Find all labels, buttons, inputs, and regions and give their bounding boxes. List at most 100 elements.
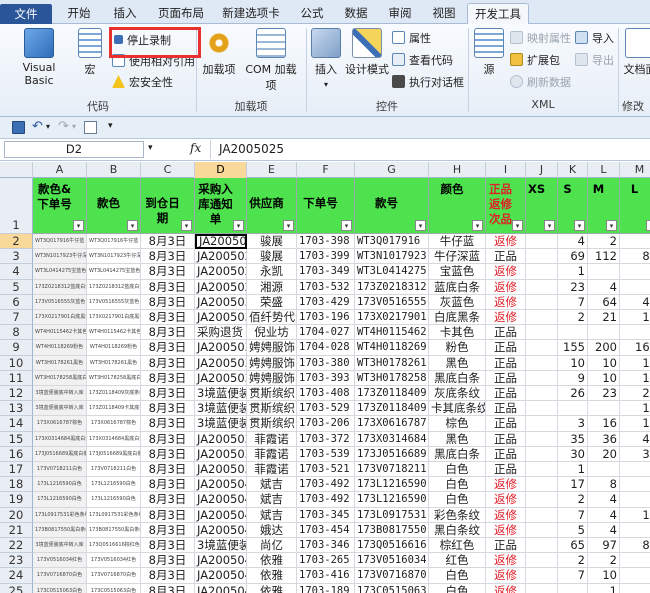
cell-M23[interactable]: 1 (620, 553, 650, 569)
row-header-18[interactable]: 18 (0, 477, 33, 493)
cell-K10[interactable]: 10 (558, 355, 588, 371)
cell-B23[interactable]: 173V0516034红色 (87, 553, 141, 569)
cell-D14[interactable]: 3境蓝便装中转入库 (195, 416, 247, 432)
cell-I11[interactable]: 正品 (486, 370, 526, 386)
cell-M17[interactable] (620, 462, 650, 478)
undo-icon[interactable]: ↶ (32, 119, 43, 134)
cell-E19[interactable]: 斌吉 (247, 492, 297, 508)
cell-C15[interactable]: 8月3日 (141, 431, 195, 447)
cell-M25[interactable]: 5 (620, 584, 650, 593)
cell-J5[interactable] (526, 279, 558, 295)
cell-I23[interactable]: 返修 (486, 553, 526, 569)
cell-H15[interactable]: 黑色 (429, 431, 486, 447)
row-header-25[interactable]: 25 (0, 583, 33, 593)
row-header-20[interactable]: 20 (0, 507, 33, 523)
cell-L18[interactable]: 8 (588, 477, 620, 493)
cell-L7[interactable]: 21 (588, 310, 620, 326)
cell-F17[interactable]: 1703-521 (297, 462, 355, 478)
ribbon-tab-8[interactable]: 审阅 (380, 3, 420, 24)
column-header-G[interactable]: G (355, 162, 429, 178)
filter-dropdown-icon[interactable]: ▾ (127, 220, 138, 231)
cell-I8[interactable]: 正品 (486, 325, 526, 341)
cell-B12[interactable]: 173Z0118409灰底条纹 (87, 386, 141, 402)
row-header-22[interactable]: 22 (0, 538, 33, 554)
cell-E22[interactable]: 尚亿 (247, 538, 297, 554)
row-header-24[interactable]: 24 (0, 568, 33, 584)
cell-K21[interactable]: 5 (558, 522, 588, 538)
cell-G20[interactable]: 173L0917531 (355, 507, 429, 523)
cell-G5[interactable]: 173Z0218312 (355, 279, 429, 295)
cell-M19[interactable]: 4 (620, 492, 650, 508)
cell-E24[interactable]: 依雅 (247, 568, 297, 584)
cell-J8[interactable] (526, 325, 558, 341)
row-header-16[interactable]: 16 (0, 446, 33, 462)
ribbon-tab-9[interactable]: 视图 (424, 3, 464, 24)
redo-icon[interactable]: ↷ (58, 119, 69, 134)
cell-F10[interactable]: 1703-380 (297, 355, 355, 371)
cell-A9[interactable]: WT4H0118269粉色 (33, 340, 87, 356)
row-header-13[interactable]: 13 (0, 401, 33, 417)
column-header-A[interactable]: A (33, 162, 87, 178)
cell-E14[interactable]: 贯斯缤织 (247, 416, 297, 432)
column-header-C[interactable]: C (141, 162, 195, 178)
cell-L24[interactable]: 10 (588, 568, 620, 584)
cell-L25[interactable]: 1 (588, 583, 620, 593)
cell-K16[interactable]: 30 (558, 446, 588, 462)
cell-G13[interactable]: 173Z0118409 (355, 401, 429, 417)
row-header-12[interactable]: 12 (0, 386, 33, 402)
cell-B20[interactable]: 173L0917531彩色条纹 (87, 507, 141, 523)
cell-A14[interactable]: 173X0616787棕色 (33, 416, 87, 432)
cell-C5[interactable]: 8月3日 (141, 279, 195, 295)
cell-K13[interactable] (558, 401, 588, 417)
cell-L8[interactable] (588, 325, 620, 341)
cell-A7[interactable]: 173X0217901白底黑条 (33, 310, 87, 326)
cell-A11[interactable]: WT3H0178258黑底白条 (33, 370, 87, 386)
xml-import-button[interactable]: 导入 (575, 30, 614, 48)
properties-button[interactable]: 属性 (392, 30, 431, 48)
cell-L16[interactable]: 20 (588, 446, 620, 462)
cell-I24[interactable]: 返修 (486, 568, 526, 584)
cell-B14[interactable]: 173X0616787棕色 (87, 416, 141, 432)
cell-J9[interactable] (526, 340, 558, 356)
expansion-packs-button[interactable]: 扩展包 (510, 52, 560, 70)
row-header-4[interactable]: 4 (0, 264, 33, 280)
cell-C17[interactable]: 8月3日 (141, 462, 195, 478)
name-box-dropdown-icon[interactable]: ▾ (148, 143, 153, 153)
cell-I21[interactable]: 返修 (486, 522, 526, 538)
cell-E9[interactable]: 娉娉服饰 (247, 340, 297, 356)
addins-button[interactable]: 加载项 (200, 26, 238, 77)
cell-D5[interactable]: JA2005028 (195, 279, 247, 295)
cell-C9[interactable]: 8月3日 (141, 340, 195, 356)
cell-M9[interactable]: 163 (620, 340, 650, 356)
cell-K9[interactable]: 155 (558, 340, 588, 356)
cell-K5[interactable]: 23 (558, 279, 588, 295)
cell-I6[interactable]: 返修 (486, 294, 526, 310)
ribbon-tab-7[interactable]: 数据 (336, 3, 376, 24)
cell-A10[interactable]: WT3H0178261黑色 (33, 355, 87, 371)
cell-A4[interactable]: WT3L0414275宝蓝色 (33, 264, 87, 280)
cell-A24[interactable]: 173V0716870白色 (33, 568, 87, 584)
cell-E17[interactable]: 菲霞诺 (247, 462, 297, 478)
cell-L15[interactable]: 36 (588, 431, 620, 447)
cell-L20[interactable]: 4 (588, 507, 620, 523)
filter-dropdown-icon[interactable]: ▾ (233, 220, 244, 231)
cell-B3[interactable]: WT3N1017923牛仔深蓝 (87, 249, 141, 265)
column-header-H[interactable]: H (429, 162, 486, 178)
cell-C13[interactable]: 8月3日 (141, 401, 195, 417)
cell-D3[interactable]: JA2005029 (195, 249, 247, 265)
cell-G21[interactable]: 173B0817550 (355, 522, 429, 538)
cell-M24[interactable]: 8 (620, 568, 650, 584)
cell-G14[interactable]: 173X0616787 (355, 416, 429, 432)
filter-dropdown-icon[interactable]: ▾ (574, 220, 585, 231)
cell-K2[interactable]: 4 (558, 234, 588, 250)
cell-J4[interactable] (526, 264, 558, 280)
row-header-1[interactable]: 1 (0, 178, 33, 234)
cell-E13[interactable]: 贯斯缤织 (247, 401, 297, 417)
cell-B13[interactable]: 173Z0118409卡其底条纹 (87, 401, 141, 417)
row-header-21[interactable]: 21 (0, 522, 33, 538)
cell-M18[interactable]: 7 (620, 477, 650, 493)
cell-A17[interactable]: 173V0718211白色 (33, 462, 87, 478)
cell-J18[interactable] (526, 477, 558, 493)
header-cell-C[interactable]: 到仓日期 ▾ (141, 178, 195, 234)
cell-A15[interactable]: 173X0314684黑底白条 (33, 431, 87, 447)
